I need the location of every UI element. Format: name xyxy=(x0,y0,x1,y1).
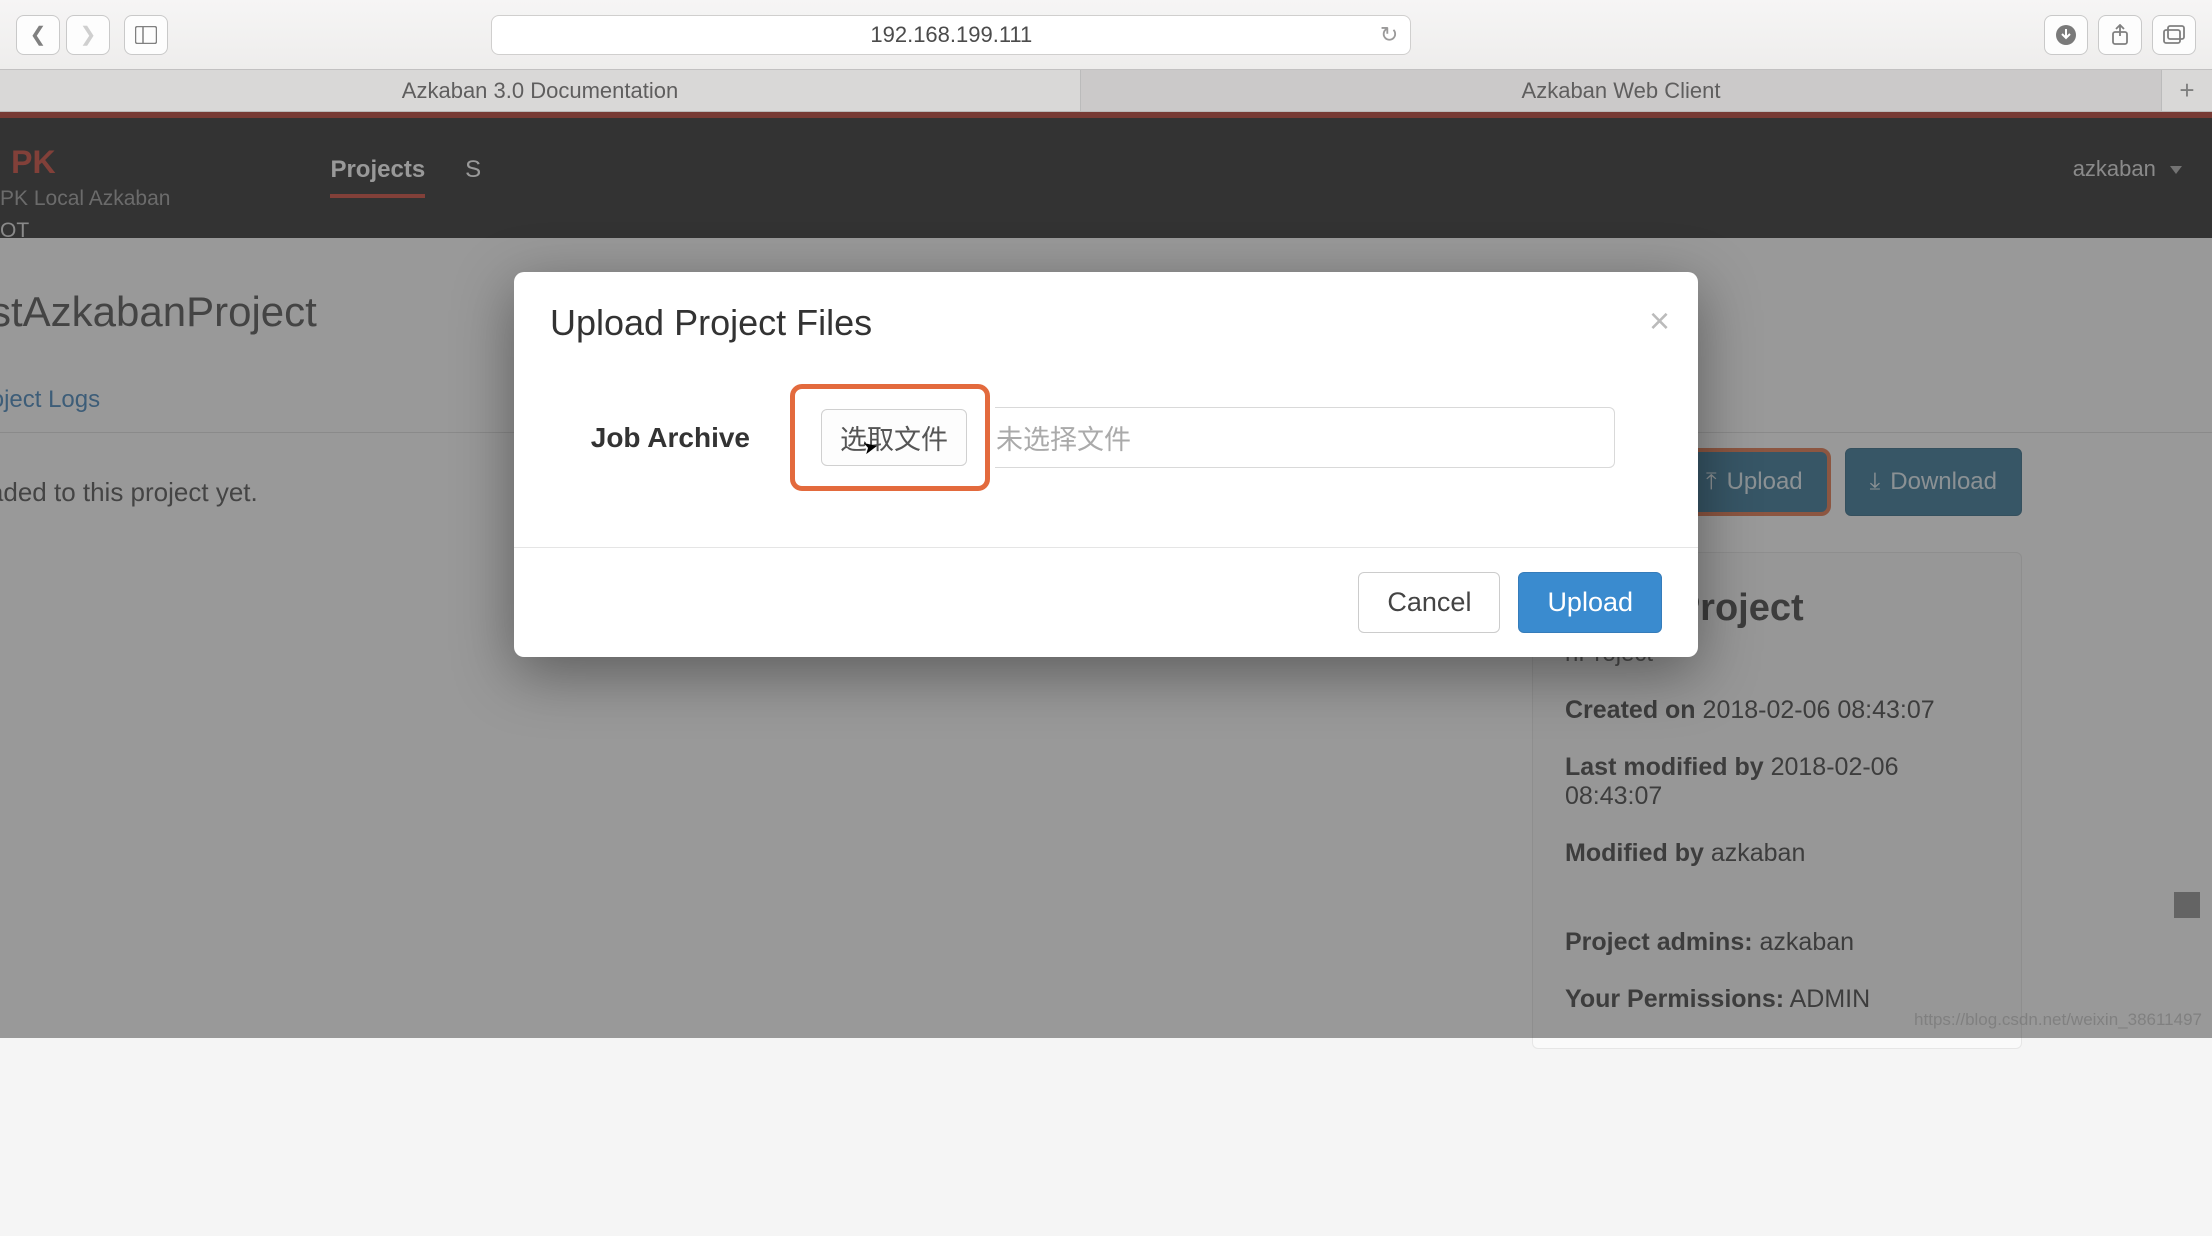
app-container: ban PK PK Local Azkaban OT Projects S az… xyxy=(0,112,2212,1038)
browser-tab-strip: Azkaban 3.0 Documentation Azkaban Web Cl… xyxy=(0,70,2212,112)
file-input-border xyxy=(995,407,1615,468)
modal-body: Job Archive 选取文件 ➤ 未选择文件 xyxy=(514,354,1698,547)
forward-button[interactable]: ❯ xyxy=(66,15,110,55)
url-text: 192.168.199.111 xyxy=(870,22,1032,48)
tabs-button[interactable] xyxy=(2152,15,2196,55)
modal-title: Upload Project Files xyxy=(550,302,1662,344)
choose-file-highlight: 选取文件 ➤ xyxy=(790,384,990,491)
job-archive-label: Job Archive xyxy=(550,422,750,454)
sidebar-toggle-button[interactable] xyxy=(124,15,168,55)
modal-footer: Cancel Upload xyxy=(514,547,1698,657)
upload-modal: Upload Project Files × Job Archive 选取文件 … xyxy=(514,272,1698,657)
new-tab-button[interactable]: + xyxy=(2162,70,2212,111)
close-icon[interactable]: × xyxy=(1649,300,1670,342)
tab-label: Azkaban Web Client xyxy=(1522,78,1721,104)
modal-header: Upload Project Files × xyxy=(514,272,1698,354)
browser-tab-web-client[interactable]: Azkaban Web Client xyxy=(1081,70,2162,111)
upload-submit-button[interactable]: Upload xyxy=(1518,572,1662,633)
browser-toolbar: ❮ ❯ 192.168.199.111 ↻ xyxy=(0,0,2212,70)
reload-icon[interactable]: ↻ xyxy=(1380,22,1398,48)
choose-file-button[interactable]: 选取文件 xyxy=(821,409,967,466)
back-button[interactable]: ❮ xyxy=(16,15,60,55)
url-bar[interactable]: 192.168.199.111 ↻ xyxy=(491,15,1411,55)
cancel-button[interactable]: Cancel xyxy=(1358,572,1500,633)
tab-label: Azkaban 3.0 Documentation xyxy=(402,78,678,104)
downloads-button[interactable] xyxy=(2044,15,2088,55)
share-button[interactable] xyxy=(2098,15,2142,55)
browser-tab-documentation[interactable]: Azkaban 3.0 Documentation xyxy=(0,70,1081,111)
